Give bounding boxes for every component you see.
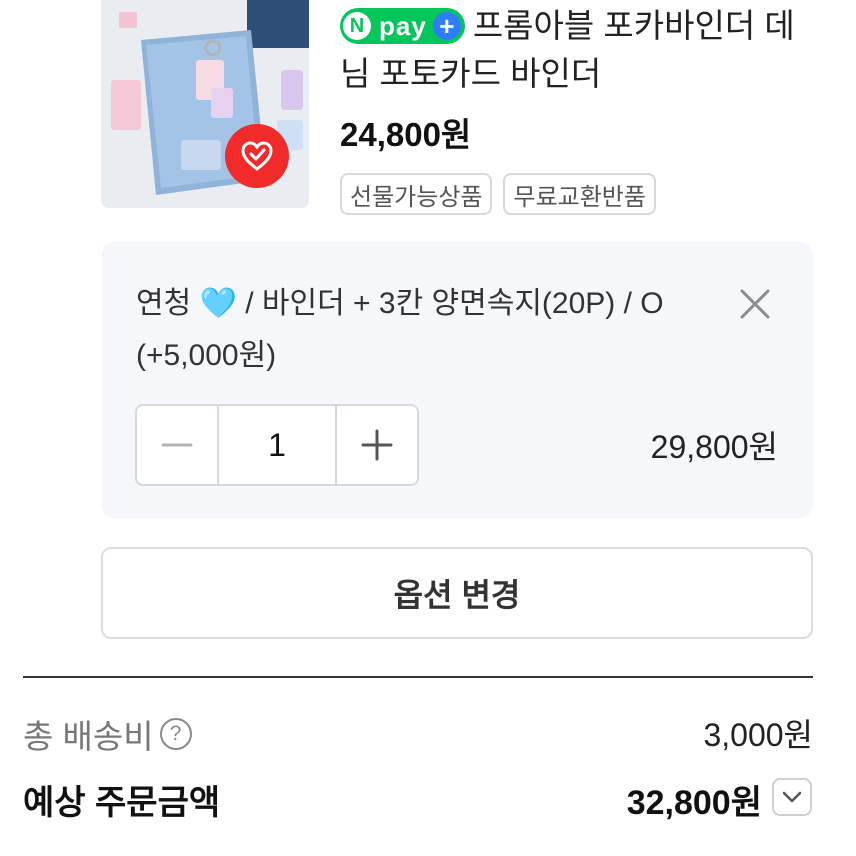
change-option-button[interactable]: 옵션 변경 bbox=[101, 547, 813, 639]
product-tags: 선물가능상품 무료교환반품 bbox=[340, 173, 656, 215]
quantity-value[interactable]: 1 bbox=[217, 406, 337, 484]
heart-check-icon bbox=[225, 124, 289, 188]
npay-n-icon: N bbox=[343, 12, 371, 40]
selected-option-card: 연청 🩵 / 바인더 + 3칸 양면속지(20P) / O (+5,000원) … bbox=[101, 242, 813, 518]
minus-icon bbox=[161, 443, 193, 447]
quantity-stepper[interactable]: 1 bbox=[135, 404, 419, 486]
help-icon[interactable]: ? bbox=[159, 718, 192, 750]
light-blue-heart-emoji: 🩵 bbox=[199, 287, 237, 320]
shipping-fee-label: 총 배송비 ? bbox=[23, 710, 192, 758]
summary-divider bbox=[23, 676, 813, 678]
tag-gift-available: 선물가능상품 bbox=[340, 173, 493, 215]
increase-quantity-button[interactable] bbox=[337, 406, 417, 484]
npay-label: pay bbox=[379, 10, 427, 41]
option-price: 29,800원 bbox=[650, 429, 778, 465]
product-thumbnail[interactable] bbox=[101, 0, 309, 208]
plus-icon: + bbox=[432, 12, 461, 40]
product-title[interactable]: N pay + 프롬아블 포카바인더 데님 포토카드 바인더 bbox=[340, 2, 810, 98]
chevron-down-icon bbox=[782, 791, 802, 803]
npay-plus-badge: N pay + bbox=[340, 8, 465, 44]
remove-option-button[interactable] bbox=[735, 284, 775, 324]
estimated-total-label: 예상 주문금액 bbox=[23, 784, 221, 822]
plus-icon bbox=[361, 429, 393, 461]
estimated-total-value: 32,800원 bbox=[626, 784, 762, 822]
decrease-quantity-button[interactable] bbox=[137, 406, 217, 484]
shipping-fee-value: 3,000원 bbox=[703, 717, 813, 753]
product-price: 24,800원 bbox=[340, 116, 472, 153]
close-icon bbox=[740, 289, 770, 319]
option-description: 연청 🩵 / 바인더 + 3칸 양면속지(20P) / O (+5,000원) bbox=[136, 287, 664, 372]
tag-free-return: 무료교환반품 bbox=[503, 173, 656, 215]
expand-total-button[interactable] bbox=[772, 778, 812, 816]
